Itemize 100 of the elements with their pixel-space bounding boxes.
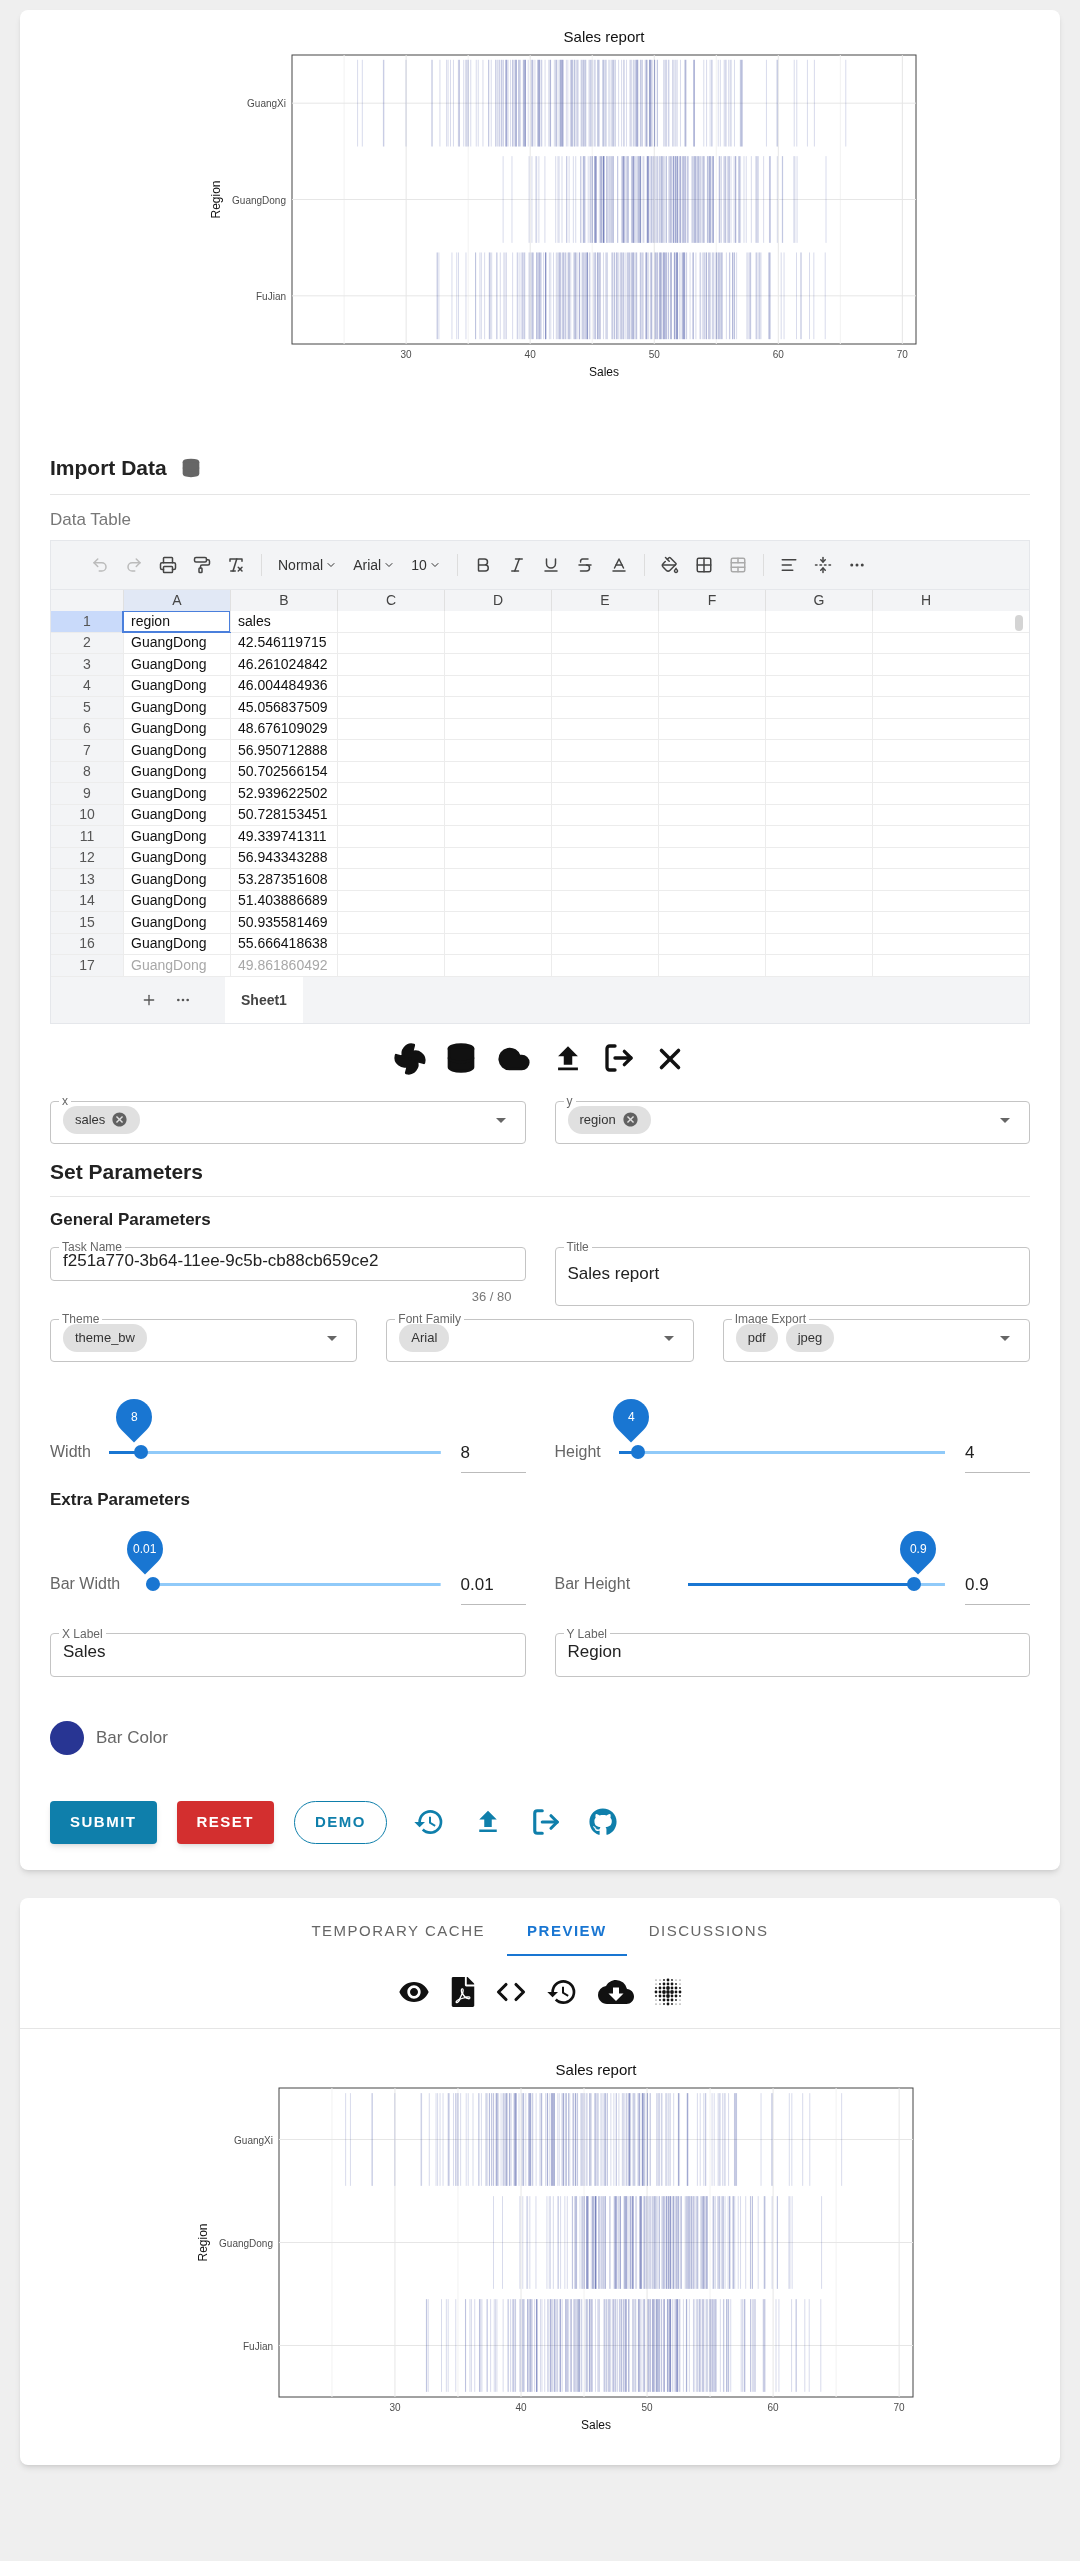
sheet-tab[interactable]: Sheet1 xyxy=(225,977,303,1023)
fan-icon[interactable] xyxy=(393,1042,427,1076)
paint-roller-icon[interactable] xyxy=(193,556,211,574)
column-header[interactable]: A xyxy=(123,590,230,611)
table-cell[interactable]: GuangDong xyxy=(123,740,230,761)
table-cell[interactable]: 46.261024842 xyxy=(230,654,337,675)
chip[interactable]: Arial xyxy=(399,1323,450,1352)
paint-bucket-icon[interactable] xyxy=(660,556,679,574)
table-cell[interactable]: 50.702566154 xyxy=(230,761,337,782)
table-cell[interactable]: GuangDong xyxy=(123,697,230,718)
column-header[interactable]: H xyxy=(872,590,979,611)
table-cell[interactable]: GuangDong xyxy=(123,761,230,782)
value-input[interactable]: 0.9 xyxy=(965,1564,1030,1605)
row-header[interactable]: 1 xyxy=(51,611,123,632)
tab[interactable]: PREVIEW xyxy=(507,1909,627,1956)
slider-thumb[interactable] xyxy=(134,1445,149,1460)
remove-icon[interactable] xyxy=(621,1111,639,1128)
slider-thumb[interactable] xyxy=(906,1577,921,1592)
chip[interactable]: jpeg xyxy=(785,1323,835,1352)
table-cell[interactable]: GuangDong xyxy=(123,847,230,868)
table-cell[interactable]: GuangDong xyxy=(123,632,230,653)
dropdown-select[interactable]: Font Family Arial xyxy=(386,1314,694,1362)
axis-select[interactable]: y region xyxy=(554,1096,1030,1144)
column-header[interactable]: G xyxy=(765,590,872,611)
text-field[interactable]: Task Name f251a770-3b64-11ee-9c5b-cb88cb659ce2 xyxy=(50,1242,526,1281)
tab[interactable]: DISCUSSIONS xyxy=(628,1909,789,1956)
row-header[interactable]: 15 xyxy=(51,912,123,933)
text-color-icon[interactable] xyxy=(609,556,628,574)
table-cell[interactable]: 48.676109029 xyxy=(230,718,337,739)
action-button[interactable]: RESET xyxy=(176,1800,274,1844)
underline-icon[interactable] xyxy=(541,556,560,574)
table-cell[interactable]: region xyxy=(123,611,230,632)
column-header[interactable]: C xyxy=(337,590,444,611)
table-cell[interactable]: GuangDong xyxy=(123,890,230,911)
chip[interactable]: theme_bw xyxy=(63,1323,147,1352)
table-cell[interactable]: GuangDong xyxy=(123,912,230,933)
row-header[interactable]: 3 xyxy=(51,654,123,675)
row-header[interactable]: 2 xyxy=(51,632,123,653)
clear-format-icon[interactable] xyxy=(227,556,245,574)
value-input[interactable]: 8 xyxy=(460,1432,526,1473)
dropdown-select[interactable]: Theme theme_bw xyxy=(50,1314,358,1362)
row-header[interactable]: 5 xyxy=(51,697,123,718)
text-field[interactable]: Y Label Region xyxy=(554,1628,1030,1677)
action-button[interactable]: SUBMIT xyxy=(50,1800,157,1844)
row-header[interactable]: 4 xyxy=(51,675,123,696)
table-cell[interactable]: 46.004484936 xyxy=(230,675,337,696)
github-icon[interactable] xyxy=(589,1808,617,1836)
chip[interactable]: pdf xyxy=(735,1323,778,1352)
tab[interactable]: TEMPORARY CACHE xyxy=(291,1909,506,1956)
table-cell[interactable]: GuangDong xyxy=(123,826,230,847)
table-cell[interactable]: 55.666418638 xyxy=(230,933,337,954)
row-header[interactable]: 17 xyxy=(51,955,123,976)
table-cell[interactable]: 51.403886689 xyxy=(230,890,337,911)
table-cell[interactable]: 45.056837509 xyxy=(230,697,337,718)
row-header[interactable]: 11 xyxy=(51,826,123,847)
table-cell[interactable]: 56.950712888 xyxy=(230,740,337,761)
row-header[interactable]: 8 xyxy=(51,761,123,782)
table-cell[interactable]: 42.546119715 xyxy=(230,632,337,653)
merge-cells-icon[interactable] xyxy=(728,556,747,574)
table-cell[interactable]: GuangDong xyxy=(123,675,230,696)
remove-icon[interactable] xyxy=(111,1111,129,1128)
row-header[interactable]: 13 xyxy=(51,869,123,890)
table-cell[interactable]: GuangDong xyxy=(123,654,230,675)
table-cell[interactable]: GuangDong xyxy=(123,783,230,804)
table-cell[interactable]: 53.287351608 xyxy=(230,869,337,890)
column-header[interactable]: E xyxy=(551,590,658,611)
table-cell[interactable]: GuangDong xyxy=(123,933,230,954)
color-swatch[interactable] xyxy=(50,1720,84,1755)
row-header[interactable]: 9 xyxy=(51,783,123,804)
table-cell[interactable]: GuangDong xyxy=(123,718,230,739)
strikethrough-icon[interactable] xyxy=(575,556,594,574)
slider-thumb[interactable] xyxy=(631,1445,646,1460)
table-cell[interactable]: 52.939622502 xyxy=(230,783,337,804)
font-size-dropdown[interactable]: 10 xyxy=(411,554,441,576)
table-cell[interactable]: GuangDong xyxy=(123,804,230,825)
chip[interactable]: sales xyxy=(63,1105,141,1134)
font-dropdown[interactable]: Arial xyxy=(353,554,396,576)
database-icon[interactable] xyxy=(445,1042,477,1074)
printer-icon[interactable] xyxy=(159,556,177,574)
align-left-icon[interactable] xyxy=(779,556,798,574)
field-value[interactable]: Sales report xyxy=(567,1260,1017,1287)
row-header[interactable]: 14 xyxy=(51,890,123,911)
table-cell[interactable]: 50.728153451 xyxy=(230,804,337,825)
style-dropdown[interactable]: Normal xyxy=(278,554,338,576)
row-header[interactable]: 6 xyxy=(51,718,123,739)
table-cell[interactable]: sales xyxy=(230,611,337,632)
table-cell[interactable]: 50.935581469 xyxy=(230,912,337,933)
column-header[interactable]: B xyxy=(230,590,337,611)
slider-thumb[interactable] xyxy=(146,1577,161,1592)
row-header[interactable]: 10 xyxy=(51,804,123,825)
row-header[interactable]: 16 xyxy=(51,933,123,954)
table-cell[interactable]: GuangDong xyxy=(123,869,230,890)
dropdown-select[interactable]: Image Export pdf jpeg xyxy=(722,1314,1030,1362)
axis-select[interactable]: x sales xyxy=(50,1096,526,1144)
row-header[interactable]: 12 xyxy=(51,847,123,868)
column-header[interactable]: D xyxy=(444,590,551,611)
dot-grid-icon[interactable] xyxy=(654,1977,682,2006)
borders-icon[interactable] xyxy=(694,556,713,574)
pdf-file-icon[interactable] xyxy=(450,1976,476,2007)
table-cell[interactable]: 49.339741311 xyxy=(230,826,337,847)
